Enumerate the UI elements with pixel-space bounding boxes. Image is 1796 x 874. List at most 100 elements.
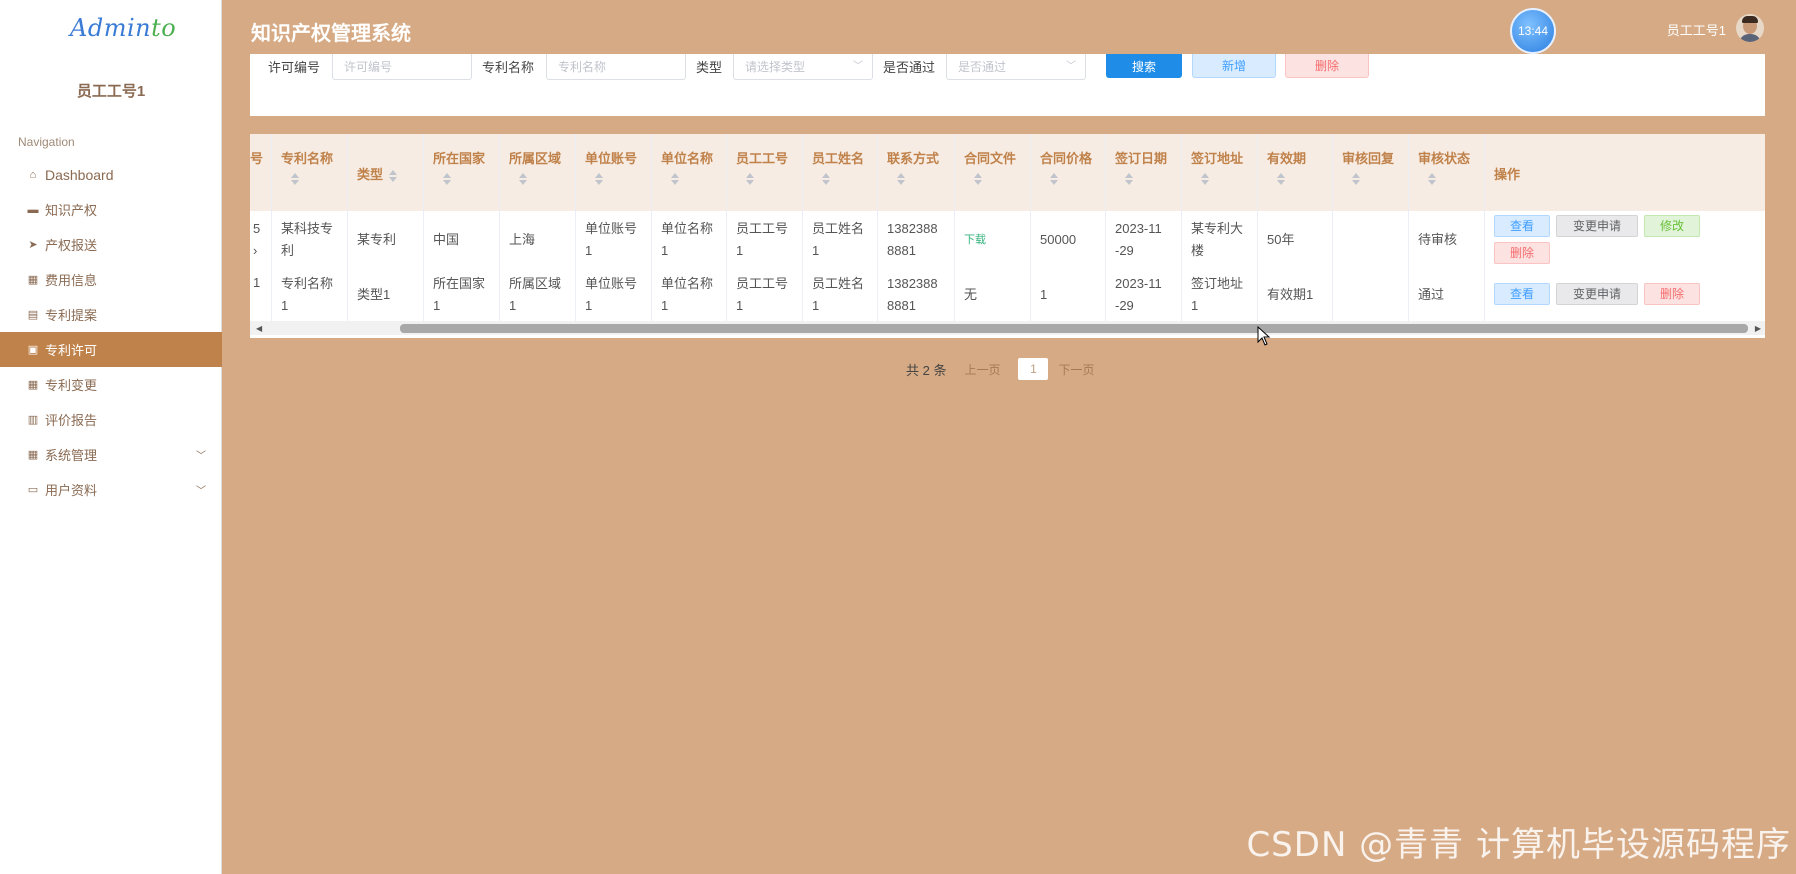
sort-icon[interactable] <box>595 173 603 185</box>
change-request-button[interactable]: 变更申请 <box>1556 215 1638 237</box>
column-header-type[interactable]: 类型 <box>348 134 424 211</box>
sidebar-item-change[interactable]: ▦ 专利变更 <box>0 367 222 402</box>
column-header-emp-name[interactable]: 员工姓名 <box>803 134 878 211</box>
view-button[interactable]: 查看 <box>1494 283 1550 305</box>
sort-icon[interactable] <box>1428 173 1436 185</box>
scrollbar-thumb[interactable] <box>400 324 1748 333</box>
logo-text-to: to <box>151 14 177 42</box>
sort-icon[interactable] <box>822 173 830 185</box>
sort-icon[interactable] <box>1352 173 1360 185</box>
column-header-reply[interactable]: 审核回复 <box>1333 134 1409 211</box>
page-number[interactable]: 1 <box>1018 358 1049 380</box>
search-panel: 许可编号 许可编号 专利名称 专利名称 类型 请选择类型 ﹀ 是否通过 是否通过… <box>250 54 1765 116</box>
pagination-total: 共 2 条 <box>906 362 947 378</box>
column-header-validity[interactable]: 有效期 <box>1258 134 1333 211</box>
column-header-label: 专利名称 <box>281 151 334 166</box>
page-title: 知识产权管理系统 <box>251 23 411 45</box>
sort-icon[interactable] <box>897 173 905 185</box>
sort-icon[interactable] <box>519 173 527 185</box>
change-request-button[interactable]: 变更申请 <box>1556 283 1638 305</box>
chevron-down-icon: ﹀ <box>196 451 206 462</box>
column-header-id[interactable]: 号 <box>250 134 272 211</box>
column-header-unit-name[interactable]: 单位名称 <box>652 134 727 211</box>
cell-unit-name: 单位名称 1 <box>652 211 727 268</box>
sort-icon[interactable] <box>291 173 299 185</box>
type-select[interactable]: 请选择类型 ﹀ <box>733 54 873 80</box>
cell-price: 50000 <box>1031 211 1106 268</box>
sidebar-item-label: 系统管理 <box>45 448 98 463</box>
patent-name-input[interactable]: 专利名称 <box>546 54 686 80</box>
column-header-contract[interactable]: 合同文件 <box>955 134 1031 211</box>
sort-icon[interactable] <box>1050 173 1058 185</box>
sort-icon[interactable] <box>1201 173 1209 185</box>
sidebar-item-license[interactable]: ▣ 专利许可 <box>0 332 222 367</box>
sidebar-item-report[interactable]: ▥ 评价报告 <box>0 402 222 437</box>
column-header-emp-no[interactable]: 员工工号 <box>727 134 803 211</box>
column-header-address[interactable]: 签订地址 <box>1182 134 1258 211</box>
license-no-label: 许可编号 <box>268 60 321 75</box>
search-button[interactable]: 搜索 <box>1106 54 1182 78</box>
cell-reply <box>1333 211 1409 268</box>
cell-status: 待审核 <box>1409 211 1485 268</box>
cell-unit-name: 单位名称 1 <box>652 268 727 321</box>
sidebar-item-proposal[interactable]: ▤ 专利提案 <box>0 297 222 332</box>
cell-actions: 查看 变更申请 修改 删除 <box>1485 211 1765 268</box>
cell-contract: 无 <box>955 268 1031 321</box>
sort-icon[interactable] <box>1277 173 1285 185</box>
license-no-input[interactable]: 许可编号 <box>332 54 472 80</box>
column-header-region[interactable]: 所属区域 <box>500 134 576 211</box>
prev-page-button[interactable]: 上一页 <box>964 361 1000 378</box>
column-header-country[interactable]: 所在国家 <box>424 134 500 211</box>
sidebar-item-ip[interactable]: ▬ 知识产权 <box>0 192 222 227</box>
home-icon: ⌂ <box>29 168 37 181</box>
passed-select[interactable]: 是否通过 ﹀ <box>946 54 1086 80</box>
table-row: 5 › 某科技专利 某专利 中国 上海 单位账号 1 单位名称 1 员工工号 1 员工姓… <box>250 211 1765 268</box>
sort-icon[interactable] <box>974 173 982 185</box>
nav-section-title: Navigation <box>18 135 75 149</box>
sort-icon[interactable] <box>389 169 398 182</box>
column-header-label: 合同文件 <box>964 151 1017 166</box>
sidebar-item-label: 专利提案 <box>45 308 98 323</box>
delete-row-button[interactable]: 删除 <box>1494 242 1550 264</box>
cell-unit-account: 单位账号 1 <box>576 211 652 268</box>
column-header-status[interactable]: 审核状态 <box>1409 134 1485 211</box>
column-header-patent-name[interactable]: 专利名称 <box>272 134 348 211</box>
column-header-label: 有效期 <box>1267 151 1307 166</box>
cell-price: 1 <box>1031 268 1106 321</box>
view-button[interactable]: 查看 <box>1494 215 1550 237</box>
horizontal-scrollbar[interactable]: ◀ ▶ <box>250 321 1765 335</box>
avatar[interactable] <box>1736 14 1764 42</box>
sidebar-item-fees[interactable]: ▦ 费用信息 <box>0 262 222 297</box>
next-page-button[interactable]: 下一页 <box>1058 361 1094 378</box>
app-logo[interactable]: Adminto <box>70 14 176 42</box>
avatar-hair <box>1742 16 1758 23</box>
scroll-right-icon[interactable]: ▶ <box>1755 324 1761 333</box>
add-button[interactable]: 新增 <box>1192 54 1276 78</box>
sidebar-item-system[interactable]: ▦ 系统管理 ﹀ <box>0 437 222 472</box>
top-header: 知识产权管理系统 13:44 员工工号1 <box>222 0 1796 56</box>
edit-button[interactable]: 修改 <box>1644 215 1700 237</box>
sidebar-item-label: 专利许可 <box>45 343 98 358</box>
cell-reply <box>1333 268 1409 321</box>
sidebar-item-label: 产权报送 <box>45 238 98 253</box>
column-header-price[interactable]: 合同价格 <box>1031 134 1106 211</box>
sort-icon[interactable] <box>1125 173 1133 185</box>
sort-icon[interactable] <box>671 173 679 185</box>
sidebar-item-profile[interactable]: ▭ 用户资料 ﹀ <box>0 472 222 507</box>
download-link[interactable]: 下载 <box>964 229 1021 251</box>
column-header-phone[interactable]: 联系方式 <box>878 134 955 211</box>
sort-icon[interactable] <box>746 173 754 185</box>
header-username[interactable]: 员工工号1 <box>1667 20 1726 39</box>
table-header: 号 专利名称 类型 所在国家 所属区域 单位账号 单位名称 员工工号 员工姓名 … <box>250 134 1765 211</box>
sidebar-item-dashboard[interactable]: ⌂ Dashboard <box>0 157 222 192</box>
scroll-left-icon[interactable]: ◀ <box>256 324 262 333</box>
column-header-unit-account[interactable]: 单位账号 <box>576 134 652 211</box>
delete-button[interactable]: 删除 <box>1285 54 1369 78</box>
column-header-label: 审核状态 <box>1418 151 1471 166</box>
column-header-label: 类型 <box>357 167 384 182</box>
grid-icon: ▦ <box>27 379 39 391</box>
column-header-date[interactable]: 签订日期 <box>1106 134 1182 211</box>
delete-row-button[interactable]: 删除 <box>1644 283 1700 305</box>
sort-icon[interactable] <box>443 173 451 185</box>
sidebar-item-ip-submit[interactable]: ➤ 产权报送 <box>0 227 222 262</box>
